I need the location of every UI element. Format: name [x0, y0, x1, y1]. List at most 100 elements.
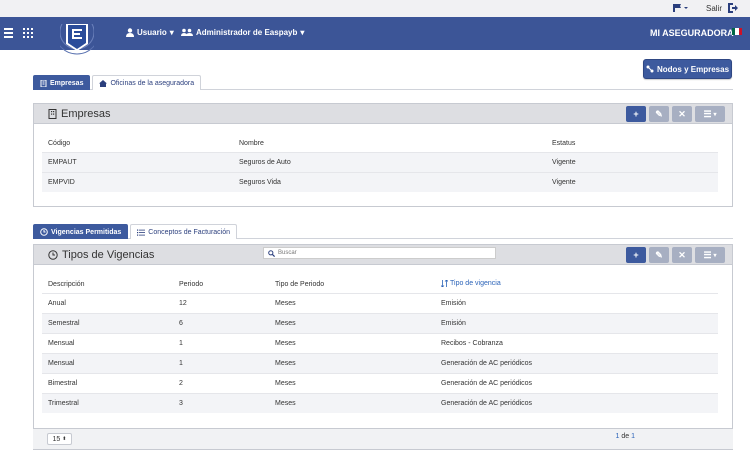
- table-cell: Seguros Vida: [233, 171, 546, 192]
- admin-menu-label: Administrador de Easpayb: [196, 28, 298, 37]
- table-cell: EMPVID: [42, 171, 233, 192]
- empresas-panel-header: Empresas + ✎ ✕ ☰ ▾: [34, 104, 732, 124]
- users-icon: [181, 28, 193, 36]
- apps-grid-icon[interactable]: [23, 28, 33, 38]
- user-menu-label: Usuario: [137, 28, 167, 37]
- tab-oficinas[interactable]: Oficinas de la aseguradora: [92, 75, 202, 90]
- table-row[interactable]: Mensual 1 Meses Generación de AC periódi…: [42, 352, 718, 373]
- table-header-row: Código Nombre Estatus: [42, 136, 718, 152]
- chevron-down-icon: ▾: [713, 252, 717, 259]
- table-cell: Generación de AC periódicos: [435, 352, 718, 373]
- edit-button[interactable]: ✎: [649, 247, 669, 263]
- table-row[interactable]: EMPVID Seguros Vida Vigente: [42, 171, 718, 192]
- list-icon: [137, 229, 146, 236]
- table-header-row: Descripción Periodo Tipo de Periodo Tipo…: [42, 277, 718, 293]
- table-cell: Generación de AC periódicos: [435, 372, 718, 393]
- chevron-down-icon: ▾: [713, 111, 717, 118]
- company-logo: [60, 24, 94, 55]
- pencil-icon: ✎: [655, 249, 663, 260]
- vigencias-title: Tipos de Vigencias: [48, 249, 154, 261]
- table-cell: Trimestral: [42, 392, 173, 413]
- close-icon: ✕: [678, 108, 686, 119]
- table-row[interactable]: Semestral 6 Meses Emisión: [42, 312, 718, 333]
- column-header: Tipo de Periodo: [275, 281, 325, 289]
- table-cell: Emisión: [435, 292, 718, 313]
- table-row[interactable]: EMPAUT Seguros de Auto Vigente: [42, 151, 718, 172]
- table-row[interactable]: Mensual 1 Meses Recibos - Cobranza: [42, 332, 718, 353]
- column-header: Nombre: [239, 140, 264, 148]
- table-row[interactable]: Bimestral 2 Meses Generación de AC perió…: [42, 372, 718, 393]
- vigencias-panel: Tipos de Vigencias + ✎ ✕ ☰ ▾ Descripción …: [33, 244, 733, 450]
- user-menu[interactable]: Usuario ▾: [126, 28, 174, 37]
- nodes-icon: [646, 65, 654, 73]
- chevron-down-icon: ▾: [169, 28, 174, 37]
- table-cell: Anual: [42, 292, 173, 313]
- clock-icon: [40, 228, 48, 236]
- table-cell: Meses: [269, 372, 435, 393]
- column-header: Descripción: [48, 281, 85, 289]
- tab-conceptos-facturacion[interactable]: Conceptos de Facturación: [130, 224, 238, 239]
- table-cell: Vigente: [546, 171, 718, 192]
- table-cell: Vigente: [546, 151, 718, 172]
- hamburger-menu-icon[interactable]: [4, 28, 13, 40]
- logout-icon[interactable]: [727, 2, 739, 14]
- tab-empresas-label: Empresas: [50, 79, 84, 87]
- user-icon: [126, 28, 134, 37]
- tab-conceptos-label: Conceptos de Facturación: [148, 228, 231, 236]
- flag-dropdown-icon: [673, 4, 688, 12]
- admin-menu[interactable]: Administrador de Easpayb ▾: [181, 28, 304, 37]
- search-input[interactable]: Buscar: [278, 250, 297, 256]
- search-box: Buscar: [263, 247, 496, 259]
- total-pages-link[interactable]: 1: [631, 433, 635, 440]
- pagination-footer: 15 ⬍ 1 de 1: [33, 428, 733, 449]
- column-header: Periodo: [179, 281, 204, 289]
- vigencias-table: Descripción Periodo Tipo de Periodo Tipo…: [42, 277, 718, 413]
- table-cell: Meses: [269, 292, 435, 313]
- delete-button[interactable]: ✕: [672, 247, 692, 263]
- add-button[interactable]: +: [626, 106, 646, 122]
- logout-link[interactable]: Salir: [706, 4, 722, 13]
- current-page-link[interactable]: 1: [615, 433, 619, 440]
- plus-icon: +: [633, 250, 639, 260]
- table-cell: EMPAUT: [42, 151, 233, 172]
- more-menu-button[interactable]: ☰ ▾: [695, 247, 725, 263]
- table-cell: Emisión: [435, 312, 718, 333]
- table-cell: 6: [173, 312, 269, 333]
- page-size-select[interactable]: 15 ⬍: [47, 433, 72, 445]
- mexico-flag-icon: [732, 28, 742, 35]
- table-cell: Meses: [269, 352, 435, 373]
- chevron-down-icon: ▾: [300, 28, 305, 37]
- brand-name: MI ASEGURADORA: [650, 28, 734, 38]
- table-cell: Semestral: [42, 312, 173, 333]
- tab-vigencias-permitidas[interactable]: Vigencias Permitidas: [33, 224, 129, 239]
- table-row[interactable]: Trimestral 3 Meses Generación de AC peri…: [42, 392, 718, 413]
- table-row[interactable]: Anual 12 Meses Emisión: [42, 292, 718, 313]
- tab-oficinas-label: Oficinas de la aseguradora: [110, 79, 195, 87]
- edit-button[interactable]: ✎: [649, 106, 669, 122]
- table-cell: Meses: [269, 332, 435, 353]
- tipo-vigencia-sort-header[interactable]: Tipo de vigencia: [435, 277, 718, 293]
- page-of-label: de: [621, 433, 630, 440]
- vigencias-tabs: Vigencias Permitidas Conceptos de Factur…: [33, 224, 733, 239]
- add-button[interactable]: +: [626, 247, 646, 263]
- tab-empresas[interactable]: Empresas: [33, 75, 91, 90]
- empresas-panel: Empresas + ✎ ✕ ☰ ▾ Código Nombre Estatus …: [33, 103, 733, 207]
- vigencias-title-text: Tipos de Vigencias: [62, 249, 155, 261]
- house-icon: [99, 79, 108, 87]
- language-selector[interactable]: [673, 3, 689, 15]
- building-icon: [48, 109, 57, 119]
- table-cell: Generación de AC periódicos: [435, 392, 718, 413]
- sort-icon: [441, 280, 448, 288]
- clock-icon: [48, 250, 58, 260]
- table-cell: Mensual: [42, 352, 173, 373]
- delete-button[interactable]: ✕: [672, 106, 692, 122]
- search-icon: [264, 247, 278, 259]
- empresas-title: Empresas: [48, 108, 111, 120]
- table-cell: 2: [173, 372, 269, 393]
- table-cell: 1: [173, 332, 269, 353]
- list-menu-icon: ☰: [703, 108, 712, 119]
- nodos-empresas-label: Nodos y Empresas: [656, 64, 730, 74]
- table-cell: Bimestral: [42, 372, 173, 393]
- pencil-icon: ✎: [655, 108, 663, 119]
- more-menu-button[interactable]: ☰ ▾: [695, 106, 725, 122]
